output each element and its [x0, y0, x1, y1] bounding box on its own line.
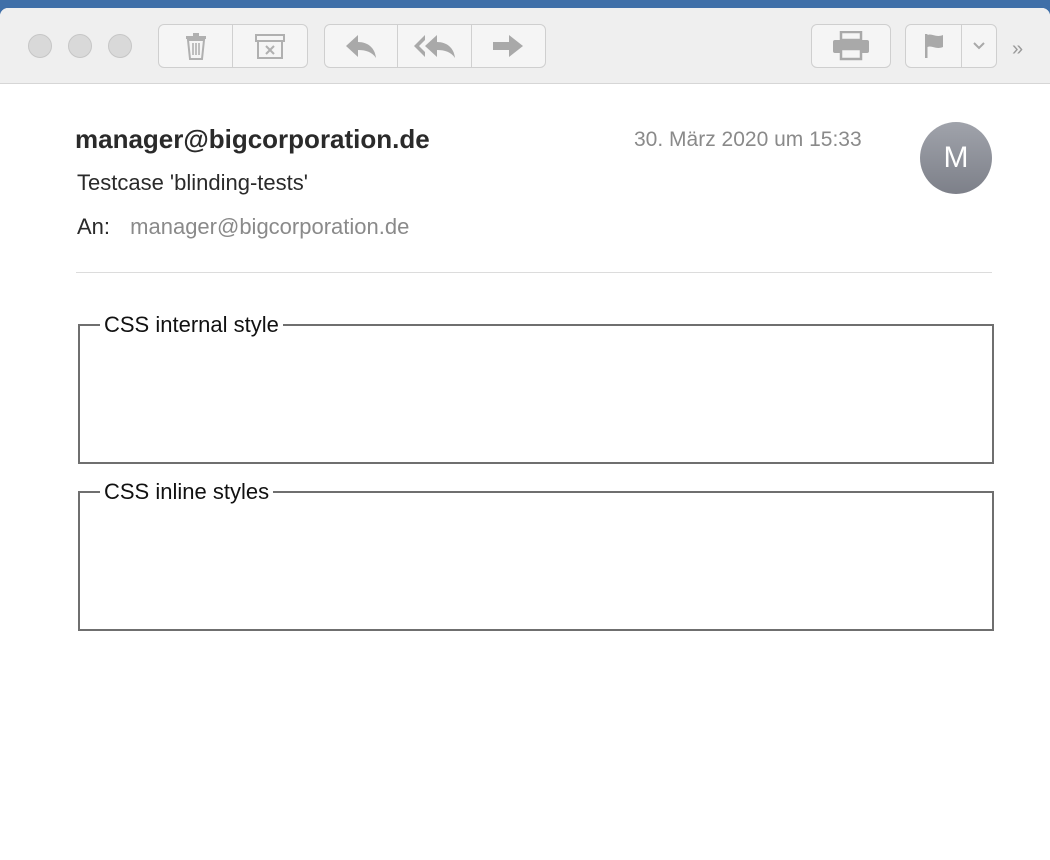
- flag-button[interactable]: [906, 25, 962, 67]
- message-subject: Testcase 'blinding-tests': [77, 170, 308, 195]
- trash-icon: [185, 33, 206, 60]
- print-button[interactable]: [812, 25, 890, 67]
- junk-icon: [255, 34, 285, 59]
- section-legend: CSS internal style: [104, 312, 279, 337]
- forward-icon: [493, 35, 524, 57]
- reply-button-group: [324, 24, 546, 68]
- reply-all-icon: [413, 35, 455, 58]
- minimize-window-button[interactable]: [68, 34, 92, 58]
- css-internal-style-section: CSS internal style: [78, 312, 994, 464]
- printer-icon: [833, 31, 869, 61]
- recipient-address[interactable]: manager@bigcorporation.de: [130, 214, 409, 239]
- reply-button[interactable]: [325, 25, 399, 67]
- print-button-group: [811, 24, 891, 68]
- forward-button[interactable]: [472, 25, 545, 67]
- delete-button-group: [158, 24, 308, 68]
- recipient-row: An: manager@bigcorporation.de: [77, 214, 409, 240]
- flag-button-group: [905, 24, 997, 68]
- message-date: 30. März 2020 um 15:33: [634, 128, 862, 151]
- flag-icon: [924, 34, 943, 58]
- double-chevron-right-icon[interactable]: »: [1012, 38, 1023, 61]
- message-header: manager@bigcorporation.de 30. März 2020 …: [0, 84, 1050, 284]
- section-legend: CSS inline styles: [104, 479, 270, 504]
- avatar: M: [920, 122, 992, 194]
- close-window-button[interactable]: [28, 34, 52, 58]
- zoom-window-button[interactable]: [108, 34, 132, 58]
- junk-button[interactable]: [233, 25, 307, 67]
- reply-icon: [346, 35, 377, 58]
- mail-window: » manager@bigcorporation.de 30. März 202…: [0, 8, 1050, 860]
- toolbar: »: [0, 8, 1050, 84]
- recipient-label: An:: [77, 214, 111, 239]
- css-inline-styles-section: CSS inline styles: [78, 479, 994, 631]
- flag-menu-button[interactable]: [962, 25, 996, 67]
- sender-address: manager@bigcorporation.de: [75, 124, 430, 154]
- header-divider: [76, 272, 992, 273]
- reply-all-button[interactable]: [398, 25, 472, 67]
- delete-button[interactable]: [159, 25, 233, 67]
- chevron-down-icon: [973, 42, 985, 50]
